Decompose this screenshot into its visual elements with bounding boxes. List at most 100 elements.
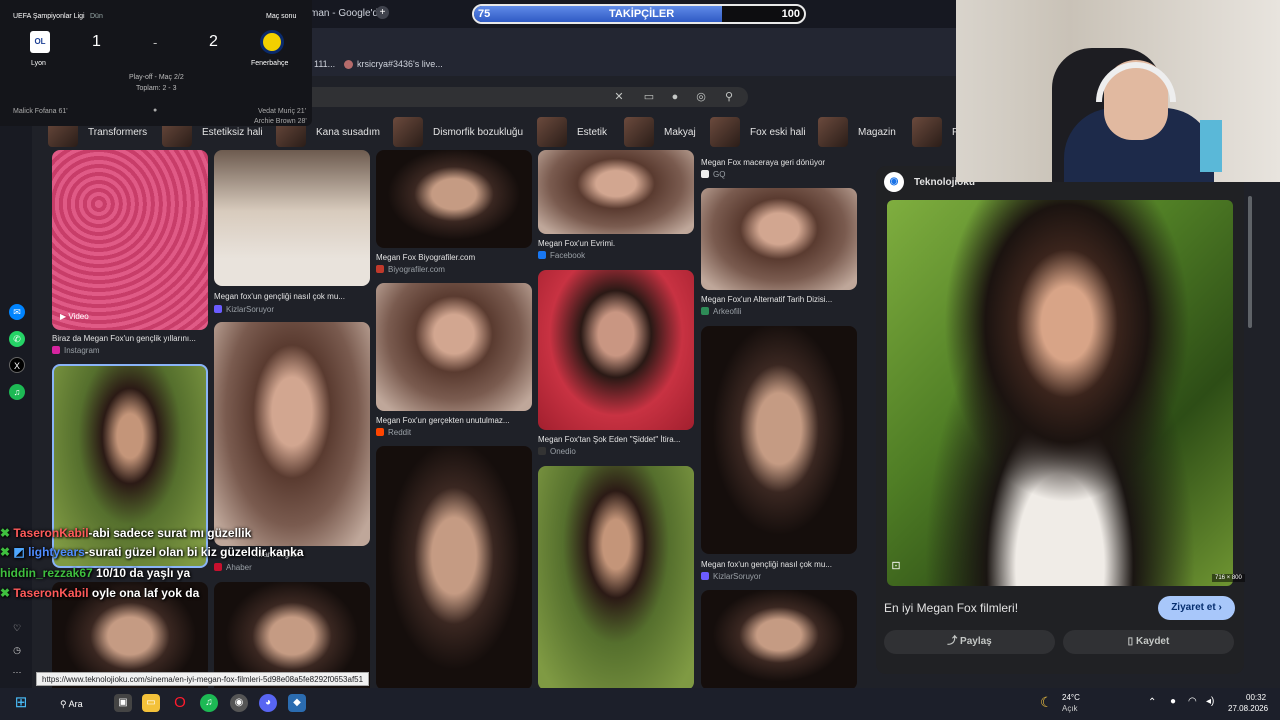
chip-more[interactable]: P xyxy=(912,116,956,148)
chat-badge-icon: ✖ xyxy=(0,586,11,600)
match-status: Maç sonu xyxy=(266,13,297,20)
result-image[interactable] xyxy=(214,322,370,546)
clock-time[interactable]: 00:32 xyxy=(1246,693,1266,702)
chat-message: ✖ TaseronKabil-abi sadece surat mı güzel… xyxy=(0,526,252,540)
result-image[interactable] xyxy=(376,150,532,248)
save-button[interactable]: ▯ Kaydet xyxy=(1063,630,1234,654)
chip-thumbnail xyxy=(393,117,423,147)
away-scorer: Archie Brown 28' xyxy=(254,118,307,125)
bookmark-favicon xyxy=(344,60,353,70)
taskbar-search[interactable]: ⚲ Ara xyxy=(52,694,102,714)
follower-current: 75 xyxy=(478,8,491,20)
result-caption[interactable]: Megan Fox maceraya geri dönüyor xyxy=(701,158,857,167)
microphone-icon[interactable]: ● xyxy=(1170,696,1176,707)
panel-scrollbar[interactable] xyxy=(1248,196,1252,328)
preview-title[interactable]: En iyi Megan Fox filmleri! xyxy=(884,601,1018,615)
chip-label: Estetiksiz hali xyxy=(202,126,263,138)
instagram-icon xyxy=(52,346,60,354)
lens-icon[interactable]: ◎ xyxy=(694,90,708,104)
result-image[interactable] xyxy=(701,188,857,290)
search-input[interactable]: ✕ ▭ ● ◎ ⚲ xyxy=(300,87,748,107)
clear-icon[interactable]: ✕ xyxy=(612,90,626,104)
keyboard-icon[interactable]: ▭ xyxy=(642,90,656,104)
more-icon[interactable]: ⋯ xyxy=(9,664,25,680)
wifi-icon[interactable]: ◠ xyxy=(1188,696,1197,707)
chip-label: Dismorfik bozukluğu xyxy=(433,126,524,138)
webcam-overlay xyxy=(956,0,1280,182)
lens-icon[interactable]: ⊡ xyxy=(888,558,904,574)
match-day: Dün xyxy=(90,13,103,20)
ball-icon: ● xyxy=(153,107,158,114)
weather-desc: Açık xyxy=(1062,704,1078,713)
bookmark-icon: ▯ xyxy=(1127,636,1134,647)
tray-chevron-icon[interactable]: ⌃ xyxy=(1148,697,1156,708)
search-icon[interactable]: ⚲ xyxy=(722,90,736,104)
share-button[interactable]: ⤴ Paylaş xyxy=(884,630,1055,654)
app-icon[interactable]: ◆ xyxy=(288,694,306,712)
result-caption[interactable]: Megan Fox'tan Şok Eden "Şiddet" İtira... xyxy=(538,435,694,444)
chip-fox-eski-hali[interactable]: Fox eski hali xyxy=(710,116,806,148)
result-caption[interactable]: Megan Fox Biyografiler.com xyxy=(376,253,532,262)
result-image[interactable] xyxy=(701,326,857,554)
visit-label: Ziyaret et xyxy=(1171,602,1216,613)
result-image[interactable] xyxy=(701,590,857,690)
preview-image[interactable] xyxy=(887,200,1233,586)
file-explorer-icon[interactable]: ▭ xyxy=(142,694,160,712)
result-source: Reddit xyxy=(376,428,411,437)
chat-username: hiddin_rezzak67 xyxy=(0,566,93,580)
result-caption[interactable]: Megan Fox'un gerçekten unutulmaz... xyxy=(376,416,532,425)
spotify-icon[interactable]: ♫ xyxy=(200,694,218,712)
whatsapp-icon[interactable]: ✆ xyxy=(9,331,25,347)
arkeofili-icon xyxy=(701,307,709,315)
image-results-grid: ▶ Video Biraz da Megan Fox'un gençlik yı… xyxy=(48,150,866,690)
chip-makyaj[interactable]: Makyaj xyxy=(624,116,696,148)
windows-start-icon[interactable]: ⊞ xyxy=(12,694,30,712)
onedio-icon xyxy=(538,447,546,455)
result-caption[interactable]: Megan Fox'un Alternatif Tarih Dizisi... xyxy=(701,295,857,304)
kizlarsoruyor-icon xyxy=(214,305,222,313)
source-logo-icon: ◉ xyxy=(884,172,904,192)
chip-thumbnail xyxy=(818,117,848,147)
match-round: Play-off - Maç 2/2 xyxy=(129,74,184,81)
result-source: GQ xyxy=(701,170,725,179)
chat-message: hiddin_rezzak67 10/10 da yaşlı ya xyxy=(0,566,190,580)
result-image[interactable] xyxy=(214,150,370,286)
obs-icon[interactable]: ◉ xyxy=(230,694,248,712)
browser-tab[interactable]: man - Google'd xyxy=(300,4,388,26)
messenger-icon[interactable]: ✉ xyxy=(9,304,25,320)
lyon-crest-icon: OL xyxy=(30,31,50,53)
opera-icon[interactable]: O xyxy=(171,694,189,712)
status-url: https://www.teknolojioku.com/sinema/en-i… xyxy=(36,672,370,686)
microphone-icon[interactable]: ● xyxy=(668,90,682,104)
history-icon[interactable]: ◷ xyxy=(9,642,25,658)
volume-icon[interactable]: ◂) xyxy=(1206,696,1214,707)
result-image[interactable] xyxy=(376,283,532,411)
result-image[interactable] xyxy=(538,270,694,430)
result-caption[interactable]: Biraz da Megan Fox'un gençlik yıllarını.… xyxy=(52,334,208,343)
result-caption[interactable]: Megan Fox'un Evrimi. xyxy=(538,239,694,248)
result-image[interactable] xyxy=(538,150,694,234)
new-tab-button[interactable]: + xyxy=(376,6,389,19)
discord-icon[interactable]: ◕ xyxy=(259,694,277,712)
x-icon[interactable]: X xyxy=(9,357,25,373)
result-image[interactable] xyxy=(538,466,694,690)
clock-date[interactable]: 27.08.2026 xyxy=(1228,704,1268,713)
chip-estetik[interactable]: Estetik xyxy=(537,116,607,148)
result-caption[interactable]: Megan fox'un gençliği nasıl çok mu... xyxy=(214,292,370,301)
result-image[interactable] xyxy=(376,446,532,690)
task-view-icon[interactable]: ▣ xyxy=(114,694,132,712)
chat-badge-icon: ✖ xyxy=(0,526,11,540)
result-source: Facebook xyxy=(538,251,585,260)
visit-button[interactable]: Ziyaret et › xyxy=(1158,596,1235,620)
bookmark-item[interactable]: 111... xyxy=(314,59,335,69)
bookmark-item[interactable]: krsicrya#3436's live... xyxy=(344,59,443,70)
chip-dismorfik[interactable]: Dismorfik bozukluğu xyxy=(393,116,523,148)
result-caption[interactable]: Megan fox'un gençliği nasıl çok mu... xyxy=(701,560,857,569)
spotify-icon[interactable]: ♫ xyxy=(9,384,25,400)
result-image[interactable]: ▶ Video xyxy=(52,150,208,330)
chip-label: Estetik xyxy=(577,126,608,138)
heart-icon[interactable]: ♡ xyxy=(9,620,25,636)
chat-message: ✖ TaseronKabil oyle ona laf yok da xyxy=(0,586,199,600)
home-team: Lyon xyxy=(31,60,46,67)
chip-magazin[interactable]: Magazin xyxy=(818,116,896,148)
